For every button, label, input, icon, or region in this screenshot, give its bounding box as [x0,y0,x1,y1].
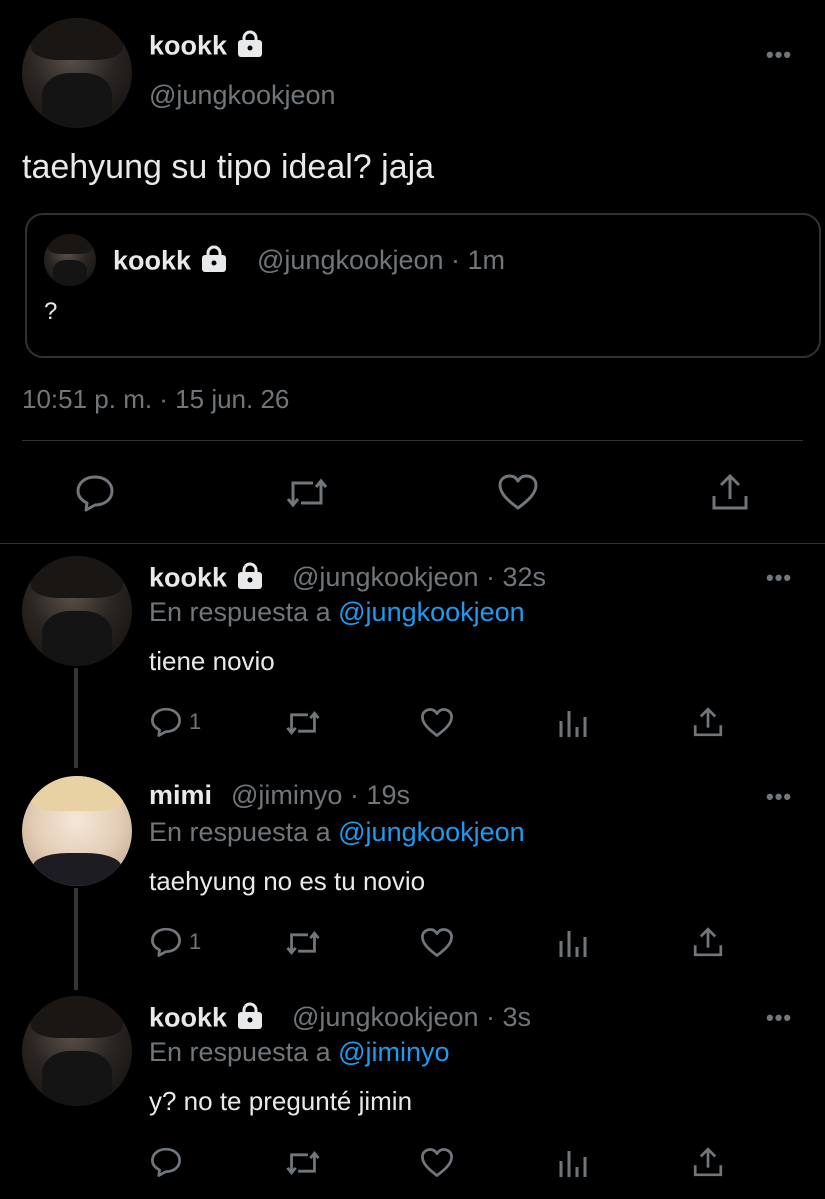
quote-avatar [44,234,96,286]
quote-handle-time: @jungkookjeon · 1m [257,245,506,275]
share-button[interactable] [692,1146,724,1178]
more-icon[interactable]: ••• [766,565,792,591]
tweet-text: tiene novio [149,646,275,676]
author-name[interactable]: kookk [149,1002,265,1037]
reply-button[interactable]: 1 [149,926,201,958]
retweet-button[interactable] [285,928,321,958]
avatar[interactable] [22,556,132,666]
tweet-thread: kookk @jungkookjeon ••• taehyung su tipo… [0,0,825,1199]
analytics-button[interactable] [558,707,588,739]
retweet-button[interactable] [285,1148,321,1178]
analytics-icon [559,931,587,957]
share-button[interactable] [692,706,724,738]
quoted-tweet[interactable] [25,213,821,358]
like-button[interactable] [420,707,454,738]
mention-link[interactable]: @jiminyo [338,1037,449,1067]
lock-icon [235,562,265,597]
avatar[interactable] [22,18,132,128]
divider [0,543,825,544]
retweet-icon [286,711,320,735]
retweet-button[interactable] [285,708,321,738]
analytics-button[interactable] [558,1147,588,1179]
reply-icon [151,707,181,737]
share-icon [693,707,723,737]
reply-icon [151,927,181,957]
avatar[interactable] [22,996,132,1106]
like-button[interactable] [497,473,539,511]
share-icon [693,1147,723,1177]
reply-icon [151,1147,181,1177]
share-button[interactable] [692,926,724,958]
heart-icon [421,708,453,737]
share-icon [693,927,723,957]
author-handle-time: @jungkookjeon · 32s [292,562,547,592]
reply-count: 1 [189,929,202,954]
mention-link[interactable]: @jungkookjeon [338,817,525,847]
tweet-text: y? no te pregunté jimin [149,1086,413,1116]
reply-button[interactable] [149,1146,189,1178]
retweet-button[interactable] [285,475,329,511]
reply-context: En respuesta a @jungkookjeon [149,817,525,847]
avatar[interactable] [22,776,132,886]
author-name[interactable]: mimi [149,780,212,811]
lock-icon [199,245,229,280]
reply-count: 1 [189,709,202,734]
thread-connector [74,668,78,768]
quote-text: ? [44,298,58,325]
author-name[interactable]: kookk [149,30,265,65]
heart-icon [498,474,538,510]
like-button[interactable] [420,927,454,958]
heart-icon [421,928,453,957]
lock-icon [235,1002,265,1037]
reply-context: En respuesta a @jungkookjeon [149,597,525,627]
divider [22,440,803,441]
more-icon[interactable]: ••• [766,1005,792,1031]
author-name[interactable]: kookk [149,562,265,597]
reply-context: En respuesta a @jiminyo [149,1037,450,1067]
retweet-icon [286,931,320,955]
reply-icon [76,475,114,512]
reply-button[interactable] [74,473,116,513]
thread-connector [74,888,78,990]
more-icon[interactable]: ••• [766,784,792,810]
author-handle[interactable]: @jungkookjeon [149,80,336,111]
lock-icon [235,30,265,65]
author-handle-time: @jiminyo · 19s [231,780,410,810]
analytics-button[interactable] [558,927,588,959]
reply-button[interactable]: 1 [149,706,201,738]
heart-icon [421,1148,453,1177]
mention-link[interactable]: @jungkookjeon [338,597,525,627]
analytics-icon [559,711,587,737]
tweet-timestamp[interactable]: 10:51 p. m. · 15 jun. 26 [22,384,289,415]
share-icon [712,473,748,510]
quote-author-name: kookk [113,245,229,280]
tweet-text: taehyung su tipo ideal? jaja [22,148,435,186]
like-button[interactable] [420,1147,454,1178]
analytics-icon [559,1151,587,1177]
retweet-icon [286,478,328,508]
retweet-icon [286,1151,320,1175]
tweet-text: taehyung no es tu novio [149,866,426,896]
author-handle-time: @jungkookjeon · 3s [292,1002,532,1032]
more-icon[interactable]: ••• [766,42,792,68]
share-button[interactable] [710,472,750,512]
